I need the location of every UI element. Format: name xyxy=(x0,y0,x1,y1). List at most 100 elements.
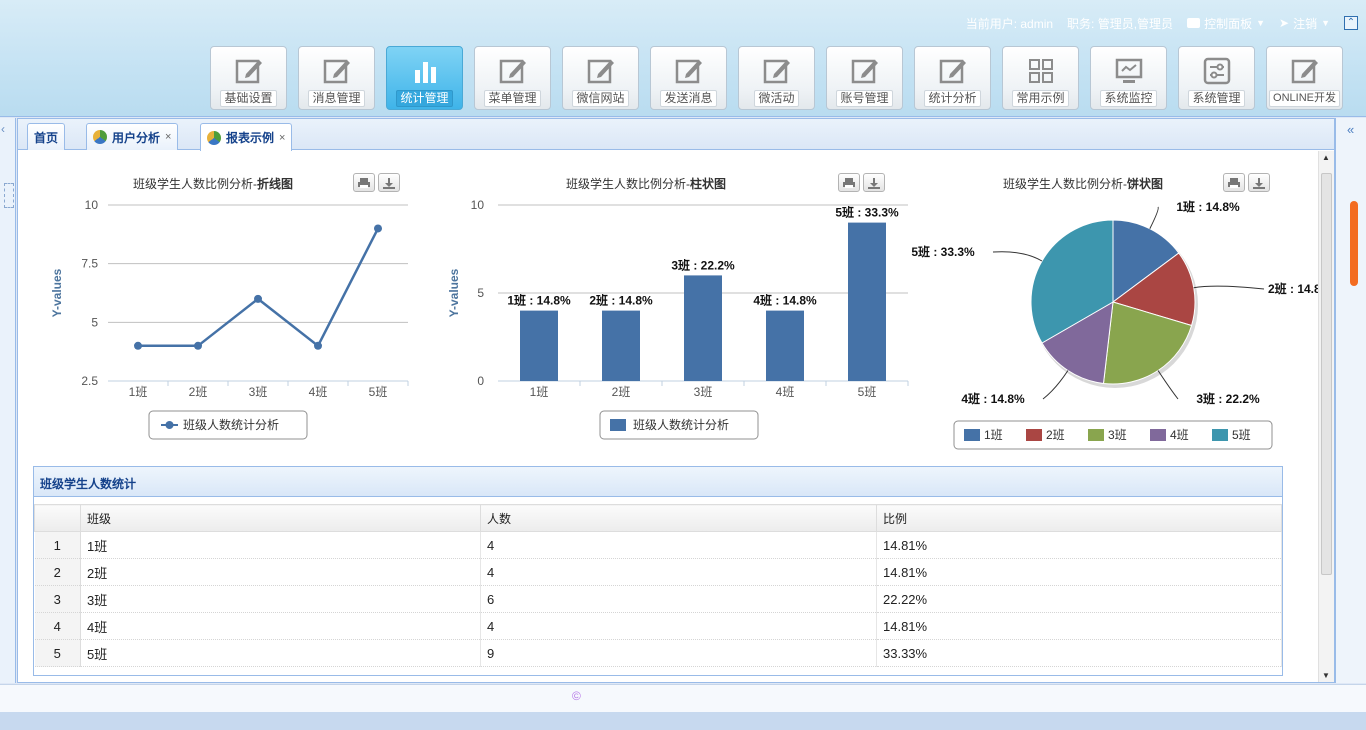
column-header-ratio[interactable]: 比例 xyxy=(876,504,1282,532)
main-menu: 基础设置 消息管理 统计管理 菜单管理 微信网站 发送消息 微活动 账号管理 统计分析 常用示例 系… xyxy=(210,46,1343,110)
pie-chart-tools xyxy=(1223,173,1270,192)
settings-panel-icon xyxy=(1202,54,1232,88)
menu-button-2[interactable]: 统计管理 xyxy=(386,46,463,110)
scroll-thumb[interactable] xyxy=(1321,173,1332,575)
menu-button-0[interactable]: 基础设置 xyxy=(210,46,287,110)
data-label: 5班 : 33.3% xyxy=(835,205,899,220)
table-row[interactable]: 4 4班 4 14.81% xyxy=(34,612,1282,640)
legend-swatch xyxy=(1212,429,1228,441)
tab-user-analysis[interactable]: 用户分析 × xyxy=(86,123,179,150)
menu-button-12[interactable]: ONLINE开发 xyxy=(1266,46,1343,110)
x-tick-label: 1班 xyxy=(129,385,148,399)
right-panel-handle[interactable] xyxy=(1350,201,1358,286)
cell-count: 4 xyxy=(480,558,877,586)
print-button[interactable] xyxy=(353,173,375,192)
expand-left-icon[interactable]: ‹ xyxy=(1,122,5,136)
x-tick-label: 3班 xyxy=(249,385,268,399)
y-axis-label: Y-values xyxy=(447,268,461,317)
x-tick-label: 4班 xyxy=(776,385,795,399)
column-header-class[interactable]: 班级 xyxy=(80,504,481,532)
chart-legend: 班级人数统计分析 xyxy=(599,410,759,440)
legend-label: 3班 xyxy=(1108,428,1127,442)
right-sidebar-collapsed: « xyxy=(1335,118,1366,683)
monitor-icon xyxy=(1114,54,1144,88)
column-header-count[interactable]: 人数 xyxy=(480,504,877,532)
menu-button-label: 消息管理 xyxy=(308,90,365,107)
scroll-down-icon[interactable]: ▼ xyxy=(1322,671,1330,680)
chart-legend: 班级人数统计分析 xyxy=(148,410,308,440)
menu-button-11[interactable]: 系统管理 xyxy=(1178,46,1255,110)
download-button[interactable] xyxy=(863,173,885,192)
download-button[interactable] xyxy=(1248,173,1270,192)
data-label: 4班 : 14.8% xyxy=(961,391,1025,406)
bar xyxy=(684,275,722,381)
data-label: 4班 : 14.8% xyxy=(753,293,817,308)
menu-button-8[interactable]: 统计分析 xyxy=(914,46,991,110)
x-tick-label: 3班 xyxy=(694,385,713,399)
cell-class: 1班 xyxy=(80,531,481,559)
menu-button-3[interactable]: 菜单管理 xyxy=(474,46,551,110)
menu-button-1[interactable]: 消息管理 xyxy=(298,46,375,110)
legend-swatch xyxy=(1026,429,1042,441)
series-line xyxy=(138,227,380,348)
download-button[interactable] xyxy=(378,173,400,192)
current-user-label: 当前用户: admin xyxy=(965,16,1054,31)
menu-button-label: 发送消息 xyxy=(660,90,717,107)
table-row[interactable]: 5 5班 9 33.33% xyxy=(34,639,1282,667)
sidebar-placeholder xyxy=(4,183,14,208)
cell-class: 4班 xyxy=(80,612,481,640)
grid-title: 班级学生人数统计 xyxy=(34,467,1282,497)
menu-button-9[interactable]: 常用示例 xyxy=(1002,46,1079,110)
control-panel-label: 控制面板 xyxy=(1204,16,1253,31)
row-number-header xyxy=(34,504,81,532)
stats-table: 班级 人数 比例 1 1班 4 14.81% 2 2班 4 14.81% 3 3班 6 22.22% 4… xyxy=(34,504,1282,667)
cell-ratio: 22.22% xyxy=(876,585,1282,613)
menu-button-5[interactable]: 发送消息 xyxy=(650,46,727,110)
tab-home[interactable]: 首页 xyxy=(27,123,66,150)
legend-label: 4班 xyxy=(1170,428,1189,442)
connector-line xyxy=(1193,285,1265,290)
x-tick-label: 5班 xyxy=(369,385,388,399)
expand-right-icon[interactable]: « xyxy=(1347,122,1354,137)
edit-icon xyxy=(938,54,968,88)
table-row[interactable]: 1 1班 4 14.81% xyxy=(34,531,1282,559)
monitor-icon xyxy=(1187,18,1201,28)
collapse-header-icon[interactable]: ⌃ xyxy=(1344,16,1358,30)
menu-button-10[interactable]: 系统监控 xyxy=(1090,46,1167,110)
menu-button-label: 常用示例 xyxy=(1012,90,1069,107)
logout-menu[interactable]: ➤ 注销 ▼ xyxy=(1279,15,1330,32)
y-tick-label: 10 xyxy=(471,198,485,212)
stats-grid: 班级学生人数统计 班级 人数 比例 1 1班 4 14.81% 2 2班 4 14.81% 3 3… xyxy=(33,466,1283,676)
bar-chart-panel: 0 5 10 Y-values 1班 1班 : 14.8% 2班 2班 : 14.8% 3班 3班… xyxy=(428,151,918,451)
tab-report-example[interactable]: 报表示例 × xyxy=(200,123,293,151)
close-icon[interactable]: × xyxy=(165,131,171,143)
cell-ratio: 14.81% xyxy=(876,531,1282,559)
menu-button-6[interactable]: 微活动 xyxy=(738,46,815,110)
logout-label: 注销 xyxy=(1293,16,1318,31)
print-button[interactable] xyxy=(838,173,860,192)
menu-button-label: 基础设置 xyxy=(220,90,277,107)
table-row[interactable]: 2 2班 4 14.81% xyxy=(34,558,1282,586)
control-panel-menu[interactable]: 控制面板 ▼ xyxy=(1187,15,1265,32)
menu-button-label: 统计管理 xyxy=(396,90,453,107)
app-header: 当前用户: admin 职务: 管理员,管理员 控制面板 ▼ ➤ 注销 ▼ ⌃ … xyxy=(0,0,1366,117)
data-point xyxy=(314,341,322,350)
x-tick-label: 2班 xyxy=(612,385,631,399)
pie-chart-icon xyxy=(93,130,107,144)
y-tick-label: 2.5 xyxy=(81,374,98,388)
menu-button-4[interactable]: 微信网站 xyxy=(562,46,639,110)
print-button[interactable] xyxy=(1223,173,1245,192)
menu-button-7[interactable]: 账号管理 xyxy=(826,46,903,110)
legend-label: 班级人数统计分析 xyxy=(633,417,729,432)
close-icon[interactable]: × xyxy=(279,132,285,144)
menu-button-label: 系统管理 xyxy=(1188,90,1245,107)
content-scrollbar[interactable]: ▲ ▼ xyxy=(1318,151,1334,682)
table-row[interactable]: 3 3班 6 22.22% xyxy=(34,585,1282,613)
data-label: 3班 : 22.2% xyxy=(671,257,735,272)
line-chart: 2.5 5 7.5 10 1班 2班 3班 4班 5班 Y-values 班级人数统计分析 xyxy=(50,198,409,440)
cell-count: 6 xyxy=(480,585,877,613)
y-tick-label: 0 xyxy=(477,374,484,388)
scroll-up-icon[interactable]: ▲ xyxy=(1322,153,1330,162)
connector-line xyxy=(1157,370,1179,400)
bar xyxy=(848,222,886,381)
